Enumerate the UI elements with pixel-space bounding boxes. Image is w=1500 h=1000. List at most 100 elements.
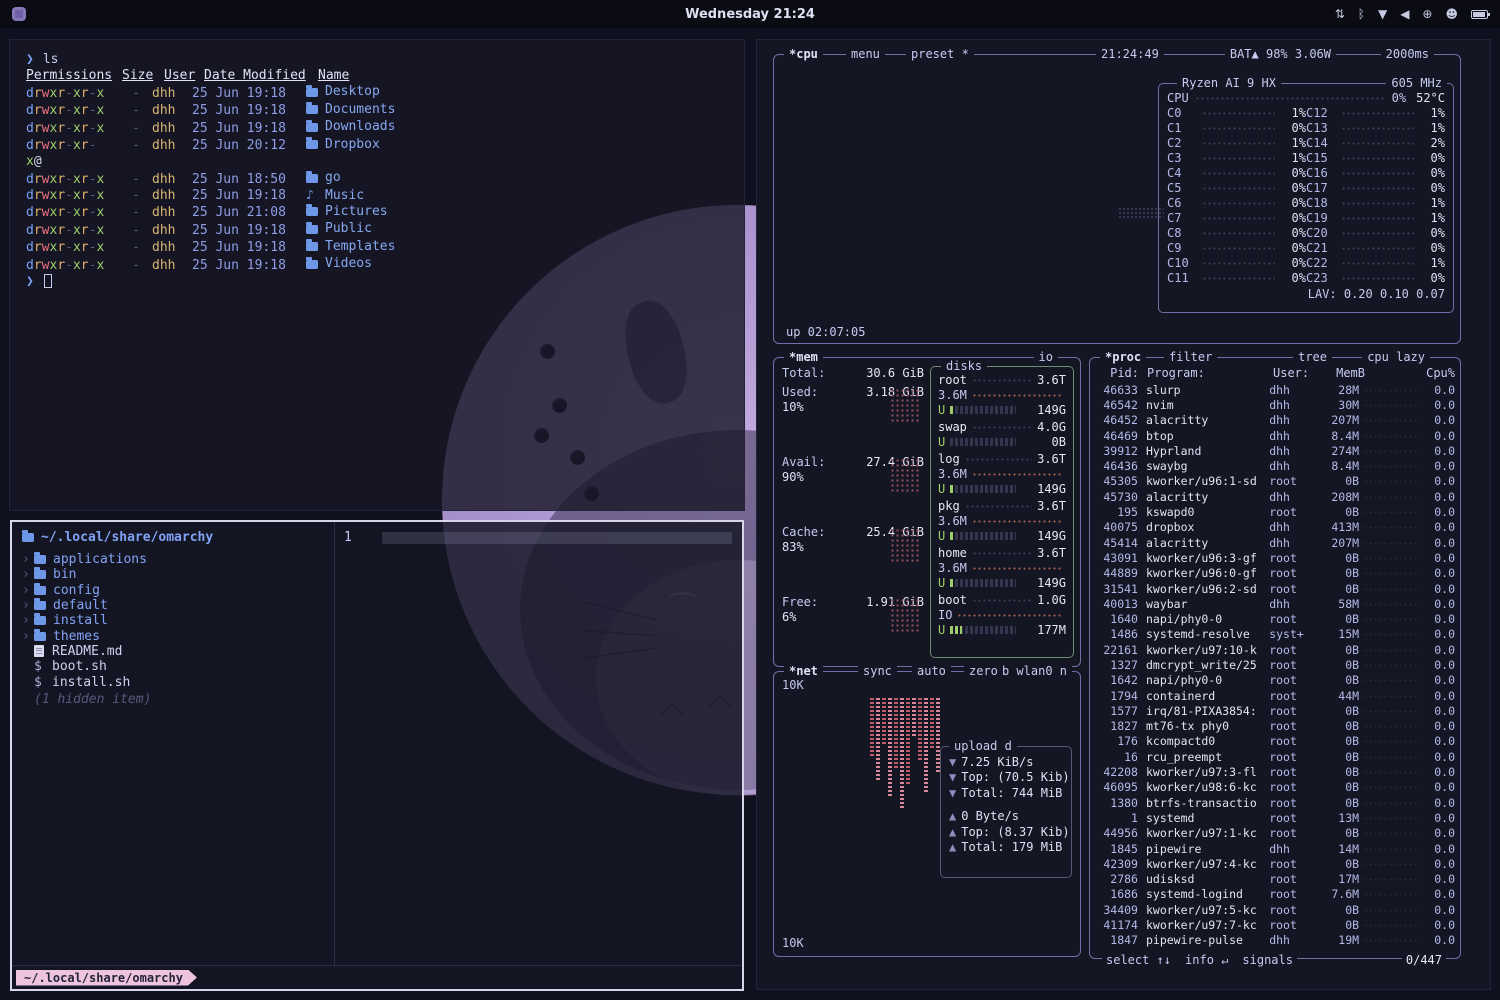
tree-item-applications[interactable]: ›applications <box>22 552 732 567</box>
process-row[interactable]: 46542nvimdhh30M0.0 <box>1095 397 1455 412</box>
user-icon[interactable]: ☻ <box>1445 7 1458 21</box>
process-row[interactable]: 1794containerdroot44M0.0 <box>1095 688 1455 703</box>
net-auto-button[interactable]: auto <box>912 663 951 679</box>
prompt-line-empty[interactable]: ❯ <box>26 274 728 290</box>
perm-char: r <box>57 258 65 273</box>
file-entry[interactable]: ♪Music <box>306 188 728 204</box>
process-row[interactable]: 41174kworker/u97:7-kcroot0B0.0 <box>1095 917 1455 932</box>
file-entry[interactable]: Public <box>306 221 728 237</box>
tree-item-install-sh[interactable]: $install.sh <box>22 674 732 689</box>
header-cpu[interactable]: Cpu% <box>1419 366 1455 380</box>
tree-item-install[interactable]: ›install <box>22 613 732 628</box>
io-toggle[interactable]: io <box>1034 349 1058 365</box>
net-interface[interactable]: b wlan0 n <box>997 663 1072 679</box>
file-entry[interactable]: Pictures <box>306 204 728 220</box>
process-row[interactable]: 42309kworker/u97:4-kcroot0B0.0 <box>1095 856 1455 871</box>
tree-item-boot-sh[interactable]: $boot.sh <box>22 659 732 674</box>
process-row[interactable]: 16rcu_preemptroot0B0.0 <box>1095 749 1455 764</box>
mem-meter-decor <box>890 598 920 634</box>
tree-toggle[interactable]: tree <box>1293 349 1332 365</box>
folder-icon <box>34 601 46 610</box>
process-row[interactable]: 1380btrfs-transactioroot0B0.0 <box>1095 795 1455 810</box>
wifi-icon[interactable]: ▼ <box>1378 7 1387 21</box>
sort-mode[interactable]: cpu lazy <box>1362 349 1430 365</box>
net-sync-button[interactable]: sync <box>858 663 897 679</box>
process-row[interactable]: 46095kworker/u98:6-kcroot0B0.0 <box>1095 780 1455 795</box>
file-entry[interactable]: Documents <box>306 102 728 118</box>
upload-panel-title[interactable]: upload d <box>949 738 1017 754</box>
process-row[interactable]: 31541kworker/u96:2-sdroot0B0.0 <box>1095 581 1455 596</box>
process-row[interactable]: 195kswapd0root0B0.0 <box>1095 504 1455 519</box>
file-entry[interactable]: Downloads <box>306 119 728 135</box>
process-row[interactable]: 22161kworker/u97:10-kroot0B0.0 <box>1095 642 1455 657</box>
volume-icon[interactable]: ◀ <box>1400 7 1409 21</box>
process-cpu: 0.0 <box>1422 719 1455 733</box>
update-interval[interactable]: 2000ms <box>1381 46 1434 62</box>
process-row[interactable]: 45305kworker/u96:1-sdroot0B0.0 <box>1095 474 1455 489</box>
process-row[interactable]: 40075dropboxdhh413M0.0 <box>1095 520 1455 535</box>
net-box-title[interactable]: *net <box>784 663 823 679</box>
proc-box-title[interactable]: *proc <box>1100 349 1146 365</box>
core-meter <box>1341 257 1414 268</box>
process-row[interactable]: 176kcompactd0root0B0.0 <box>1095 734 1455 749</box>
globe-icon[interactable]: ⊕ <box>1422 7 1432 21</box>
app-launcher-icon[interactable] <box>12 7 26 21</box>
terminal-window-ls[interactable]: ❯ ls Permissions Size User Date Modified… <box>10 40 744 510</box>
process-row[interactable]: 40013waybardhh58M0.0 <box>1095 596 1455 611</box>
process-row[interactable]: 45730alacrittydhh208M0.0 <box>1095 489 1455 504</box>
bluetooth-icon[interactable]: ᛒ <box>1358 7 1365 21</box>
process-row[interactable]: 45414alacrittydhh207M0.0 <box>1095 535 1455 550</box>
process-row[interactable]: 46452alacrittydhh207M0.0 <box>1095 413 1455 428</box>
process-row[interactable]: 1577irq/81-PIXA3854:root0B0.0 <box>1095 703 1455 718</box>
process-row[interactable]: 1827mt76-tx phy0root0B0.0 <box>1095 719 1455 734</box>
tree-item-default[interactable]: ›default <box>22 598 732 613</box>
file-entry[interactable]: Videos <box>306 256 728 272</box>
process-cpu: 0.0 <box>1422 796 1455 810</box>
cpu-box-title[interactable]: *cpu <box>784 46 823 62</box>
process-row[interactable]: 39912Hyprlanddhh274M0.0 <box>1095 443 1455 458</box>
signals-button[interactable]: signals <box>1242 953 1293 967</box>
process-pid: 46542 <box>1095 398 1138 412</box>
battery-icon[interactable] <box>1471 10 1488 19</box>
tree-item-bin[interactable]: ›bin <box>22 567 732 582</box>
updown-arrows-icon[interactable]: ⇅ <box>1335 7 1345 21</box>
process-row[interactable]: 34409kworker/u97:5-kcroot0B0.0 <box>1095 902 1455 917</box>
process-row[interactable]: 1642napi/phy0-0root0B0.0 <box>1095 673 1455 688</box>
process-row[interactable]: 42208kworker/u97:3-flroot0B0.0 <box>1095 764 1455 779</box>
process-row[interactable]: 1systemdroot13M0.0 <box>1095 810 1455 825</box>
file-manager-window[interactable]: ~/.local/share/omarchy ›applications›bin… <box>10 520 744 991</box>
file-entry[interactable]: Templates <box>306 239 728 255</box>
header-pid[interactable]: Pid: <box>1095 366 1139 380</box>
process-row[interactable]: 1686systemd-logindroot7.6M0.0 <box>1095 887 1455 902</box>
file-entry[interactable]: Desktop <box>306 84 728 100</box>
header-program[interactable]: Program: <box>1147 366 1267 380</box>
process-row[interactable]: 46469btopdhh8.4M0.0 <box>1095 428 1455 443</box>
header-mem[interactable]: MemB <box>1325 366 1365 380</box>
process-row[interactable]: 46633slurpdhh28M0.0 <box>1095 382 1455 397</box>
disk-size: 4.0G <box>1037 420 1066 434</box>
tree-item-readme-md[interactable]: README.md <box>22 644 732 659</box>
process-row[interactable]: 1640napi/phy0-0root0B0.0 <box>1095 611 1455 626</box>
btop-window[interactable]: *cpu menu preset * 21:24:49 BAT▲ 98% 3.0… <box>757 40 1490 989</box>
menu-button[interactable]: menu <box>846 46 885 62</box>
info-button[interactable]: info ↵ <box>1185 953 1228 967</box>
process-row[interactable]: 1486systemd-resolvesyst+15M0.0 <box>1095 627 1455 642</box>
process-row[interactable]: 1327dmcrypt_write/25root0B0.0 <box>1095 657 1455 672</box>
process-row[interactable]: 1845pipewiredhh14M0.0 <box>1095 841 1455 856</box>
process-row[interactable]: 43091kworker/u96:3-gfroot0B0.0 <box>1095 550 1455 565</box>
preset-button[interactable]: preset * <box>906 46 974 62</box>
header-proc-user[interactable]: User: <box>1273 366 1325 380</box>
process-row[interactable]: 44956kworker/u97:1-kcroot0B0.0 <box>1095 826 1455 841</box>
disks-title[interactable]: disks <box>941 358 987 374</box>
tree-item-config[interactable]: ›config <box>22 583 732 598</box>
file-entry[interactable]: go <box>306 170 728 186</box>
select-button[interactable]: select ↑↓ <box>1106 953 1171 967</box>
file-entry[interactable]: Dropbox <box>306 137 728 153</box>
process-row[interactable]: 1847pipewire-pulsedhh19M0.0 <box>1095 933 1455 948</box>
process-row[interactable]: 44889kworker/u96:0-gfroot0B0.0 <box>1095 566 1455 581</box>
mem-box-title[interactable]: *mem <box>784 349 823 365</box>
process-row[interactable]: 2786udisksdroot17M0.0 <box>1095 872 1455 887</box>
filter-button[interactable]: filter <box>1164 349 1217 365</box>
tree-item-themes[interactable]: ›themes <box>22 628 732 643</box>
process-row[interactable]: 46436swaybgdhh8.4M0.0 <box>1095 458 1455 473</box>
